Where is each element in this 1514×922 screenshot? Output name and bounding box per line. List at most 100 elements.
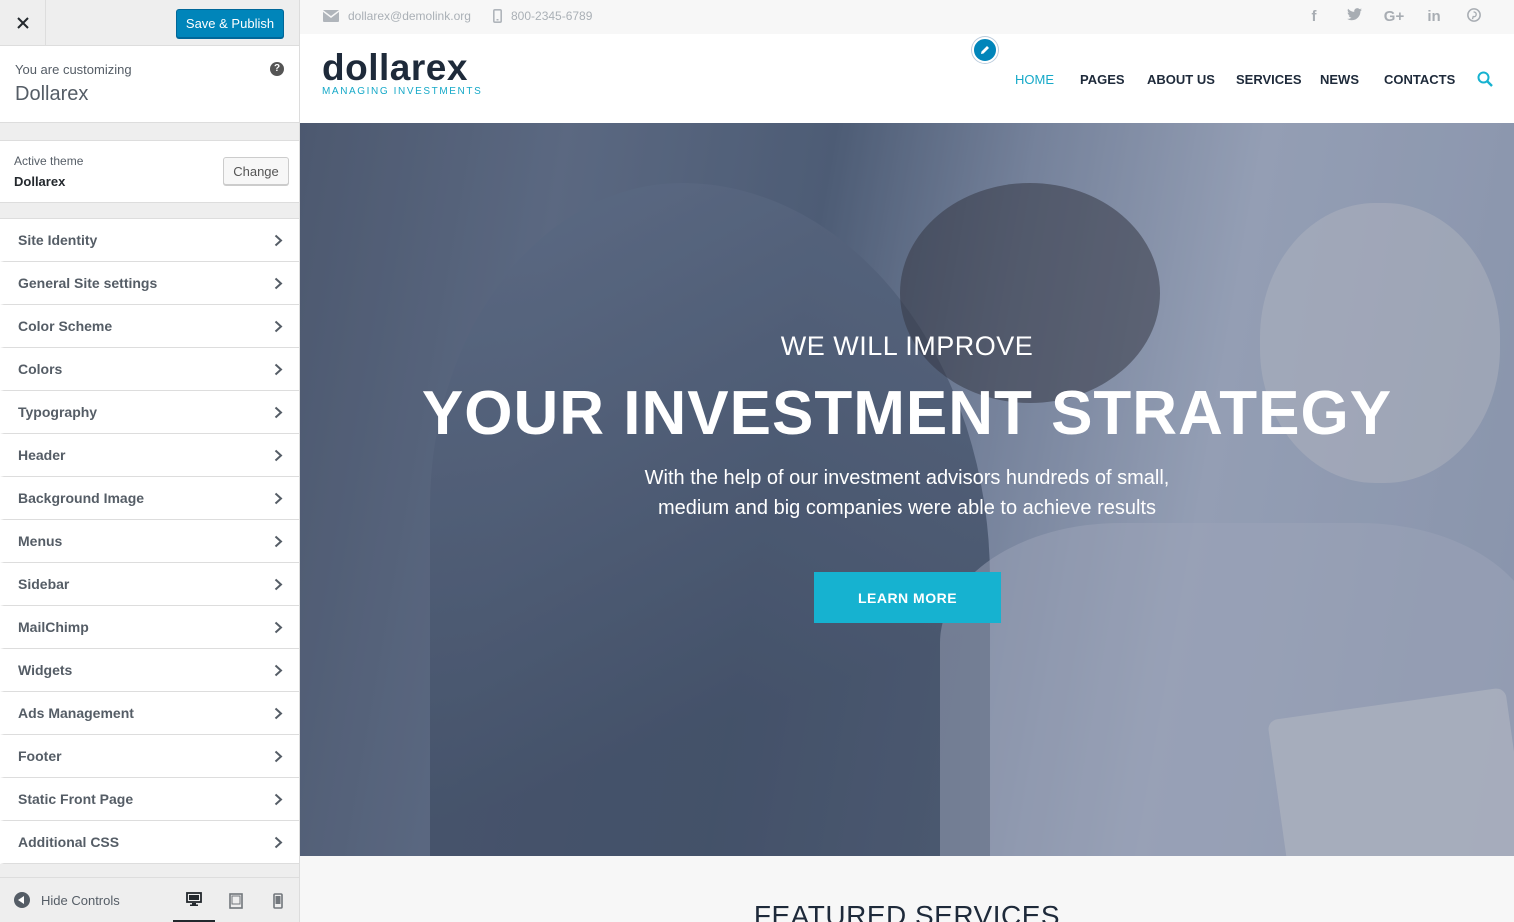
section-static-front-page[interactable]: Static Front Page bbox=[0, 778, 299, 821]
pencil-icon bbox=[981, 46, 989, 54]
section-label: Color Scheme bbox=[18, 318, 113, 334]
section-label: Typography bbox=[18, 404, 98, 420]
section-label: Footer bbox=[18, 748, 62, 764]
tablet-icon bbox=[229, 892, 243, 909]
hide-controls-label: Hide Controls bbox=[41, 892, 120, 908]
close-icon bbox=[16, 17, 29, 29]
section-label: Widgets bbox=[18, 662, 73, 678]
site-preview: dollarex@demolink.org 800-2345-6789 f G+… bbox=[300, 0, 1514, 922]
customizer-sections: Site Identity General Site settings Colo… bbox=[0, 218, 299, 864]
active-theme-panel: Active theme Dollarex Change bbox=[0, 140, 299, 203]
logo-tagline: MANAGING INVESTMENTS bbox=[322, 86, 483, 97]
site-logo[interactable]: dollarex MANAGING INVESTMENTS bbox=[322, 47, 483, 98]
logo-wordmark: dollarex bbox=[322, 47, 468, 88]
section-label: Additional CSS bbox=[18, 834, 120, 850]
featured-services-heading: FEATURED SERVICES bbox=[753, 900, 1061, 922]
section-typography[interactable]: Typography bbox=[0, 391, 299, 434]
nav-item-pages[interactable]: PAGES bbox=[1080, 72, 1125, 87]
top-bar: dollarex@demolink.org 800-2345-6789 f G+… bbox=[300, 0, 1514, 34]
section-general-site-settings[interactable]: General Site settings bbox=[0, 262, 299, 305]
chevron-right-icon bbox=[274, 320, 283, 333]
chevron-right-icon bbox=[274, 406, 283, 419]
customizer-header: Save & Publish bbox=[0, 0, 299, 46]
hero-subtitle: WE WILL IMPROVE bbox=[780, 331, 1034, 361]
chevron-right-icon bbox=[274, 492, 283, 505]
section-color-scheme[interactable]: Color Scheme bbox=[0, 305, 299, 348]
hero-description-line: With the help of our investment advisors… bbox=[644, 467, 1170, 489]
chevron-right-icon bbox=[274, 578, 283, 591]
chevron-right-icon bbox=[274, 836, 283, 849]
section-colors[interactable]: Colors bbox=[0, 348, 299, 391]
hero-banner: WE WILL IMPROVE YOUR INVESTMENT STRATEGY… bbox=[300, 123, 1514, 856]
chevron-right-icon bbox=[274, 449, 283, 462]
section-widgets[interactable]: Widgets bbox=[0, 649, 299, 692]
change-theme-button[interactable]: Change bbox=[223, 157, 289, 185]
google-plus-icon[interactable]: G+ bbox=[1374, 8, 1414, 26]
chevron-right-icon bbox=[274, 793, 283, 806]
help-icon[interactable]: ? bbox=[270, 62, 284, 76]
section-mailchimp[interactable]: MailChimp bbox=[0, 606, 299, 649]
section-label: Ads Management bbox=[18, 705, 134, 721]
section-label: Sidebar bbox=[18, 576, 70, 592]
linkedin-icon[interactable]: in bbox=[1414, 8, 1454, 26]
social-links: f G+ in bbox=[1294, 8, 1494, 26]
nav-item-home[interactable]: HOME bbox=[1015, 72, 1054, 87]
section-sidebar[interactable]: Sidebar bbox=[0, 563, 299, 606]
section-label: Header bbox=[18, 447, 66, 463]
nav-item-about-us[interactable]: ABOUT US bbox=[1147, 72, 1215, 87]
envelope-icon bbox=[323, 10, 339, 22]
hero-description: With the help of our investment advisors… bbox=[300, 463, 1514, 523]
pinterest-icon[interactable] bbox=[1454, 8, 1494, 26]
customizer-sidebar: Save & Publish You are customizing Dolla… bbox=[0, 0, 300, 922]
save-publish-button[interactable]: Save & Publish bbox=[176, 9, 284, 38]
section-label: Static Front Page bbox=[18, 791, 134, 807]
hero-description-line: medium and big companies were able to ac… bbox=[657, 497, 1157, 519]
section-label: Colors bbox=[18, 361, 63, 377]
chevron-right-icon bbox=[274, 664, 283, 677]
section-label: Site Identity bbox=[18, 232, 98, 248]
customizing-label: You are customizing bbox=[15, 62, 132, 77]
close-customizer-button[interactable] bbox=[0, 0, 46, 46]
section-label: MailChimp bbox=[18, 619, 89, 635]
phone-contact: 800-2345-6789 bbox=[493, 9, 592, 23]
preview-tablet-button[interactable] bbox=[215, 878, 257, 922]
phone-text: 800-2345-6789 bbox=[511, 9, 593, 23]
section-footer[interactable]: Footer bbox=[0, 735, 299, 778]
section-label: Menus bbox=[18, 533, 63, 549]
twitter-icon[interactable] bbox=[1334, 8, 1374, 26]
hero-title: YOUR INVESTMENT STRATEGY bbox=[421, 379, 1393, 448]
mobile-icon bbox=[273, 892, 283, 909]
chevron-right-icon bbox=[274, 535, 283, 548]
learn-more-button[interactable]: LEARN MORE bbox=[814, 572, 1001, 623]
section-background-image[interactable]: Background Image bbox=[0, 477, 299, 520]
search-icon[interactable] bbox=[1477, 71, 1493, 87]
section-additional-css[interactable]: Additional CSS bbox=[0, 821, 299, 864]
email-text: dollarex@demolink.org bbox=[348, 9, 471, 23]
customizing-info: You are customizing Dollarex bbox=[0, 46, 299, 123]
collapse-arrow-icon bbox=[14, 892, 30, 908]
section-label: Background Image bbox=[18, 490, 145, 506]
section-header[interactable]: Header bbox=[0, 434, 299, 477]
email-contact[interactable]: dollarex@demolink.org bbox=[323, 9, 471, 23]
chevron-right-icon bbox=[274, 277, 283, 290]
nav-item-news[interactable]: NEWS bbox=[1320, 72, 1359, 87]
nav-item-contacts[interactable]: CONTACTS bbox=[1384, 72, 1455, 87]
featured-services-section: FEATURED SERVICES bbox=[300, 856, 1514, 922]
edit-shortcut-button[interactable] bbox=[972, 37, 998, 63]
section-site-identity[interactable]: Site Identity bbox=[0, 219, 299, 262]
chevron-right-icon bbox=[274, 234, 283, 247]
hide-controls-button[interactable]: Hide Controls bbox=[14, 892, 120, 908]
preview-desktop-button[interactable] bbox=[173, 878, 215, 922]
chevron-right-icon bbox=[274, 707, 283, 720]
preview-mobile-button[interactable] bbox=[257, 878, 299, 922]
section-label: General Site settings bbox=[18, 275, 158, 291]
desktop-icon bbox=[186, 892, 202, 906]
facebook-icon[interactable]: f bbox=[1294, 8, 1334, 26]
nav-item-services[interactable]: SERVICES bbox=[1236, 72, 1302, 87]
site-header: dollarex MANAGING INVESTMENTS HOME PAGES… bbox=[300, 34, 1514, 123]
mobile-phone-icon bbox=[493, 9, 502, 23]
chevron-right-icon bbox=[274, 621, 283, 634]
chevron-right-icon bbox=[274, 750, 283, 763]
section-menus[interactable]: Menus bbox=[0, 520, 299, 563]
section-ads-management[interactable]: Ads Management bbox=[0, 692, 299, 735]
